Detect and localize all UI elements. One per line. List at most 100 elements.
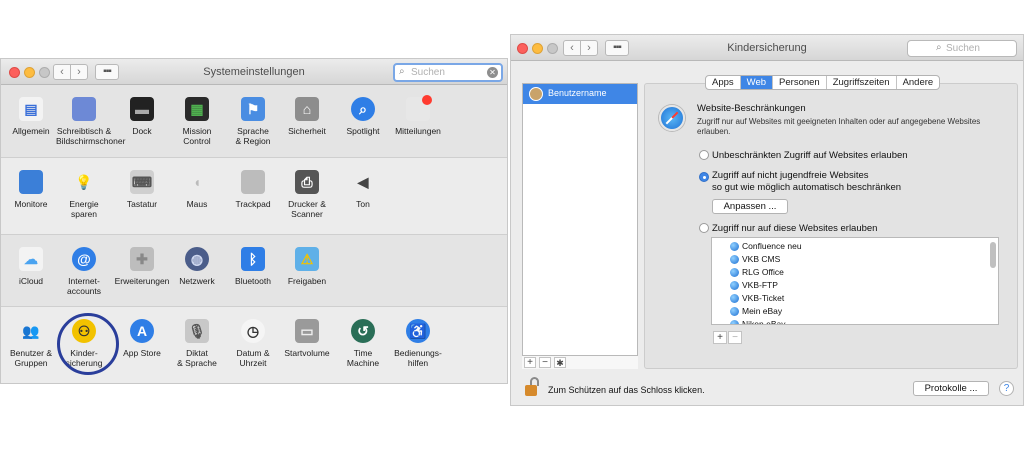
pref-label: Sicherheit	[288, 126, 326, 136]
search-field[interactable]: ⌕	[907, 40, 1017, 57]
desktop-icon	[70, 97, 98, 123]
pref-time-machine[interactable]: ↺ Time Machine	[335, 319, 391, 368]
pref-mitteilungen[interactable]: Mitteilungen	[390, 95, 446, 136]
pref-benutzer-gruppen[interactable]: 👥 Benutzer & Gruppen	[3, 319, 59, 368]
pref-monitore[interactable]: Monitore	[3, 170, 59, 209]
pref-diktat-sprache[interactable]: 🎙 Diktat & Sprache	[169, 319, 225, 368]
list-item[interactable]: VKB-Ticket	[730, 292, 784, 305]
user-list: Benutzername	[522, 83, 638, 369]
parental-controls-window: ‹ › ▪▪▪ Kindersicherung ⌕ Benutzername +…	[510, 34, 1024, 406]
lock-icon[interactable]	[525, 377, 539, 397]
trackpad-icon	[239, 170, 267, 196]
pref-tastatur[interactable]: ⌨ Tastatur	[114, 170, 170, 209]
pref-freigaben[interactable]: ⚠ Freigaben	[279, 247, 335, 286]
tab-apps[interactable]: Apps	[706, 76, 741, 89]
pref-bedienungshilfen[interactable]: ♿ Bedienungs- hilfen	[390, 319, 446, 368]
pref-spotlight[interactable]: ⌕ Spotlight	[335, 97, 391, 136]
pref-erweiterungen[interactable]: ✚ Erweiterungen	[114, 247, 170, 286]
pref-icloud[interactable]: ☁ iCloud	[3, 247, 59, 286]
search-input[interactable]	[411, 66, 481, 79]
option-limit-adult-sublabel: so gut wie möglich automatisch beschränk…	[712, 182, 902, 193]
tab-personen[interactable]: Personen	[773, 76, 827, 89]
list-item[interactable]: Confluence neu	[730, 240, 802, 253]
list-item[interactable]: VKB CMS	[730, 253, 780, 266]
clear-search-icon[interactable]: ✕	[487, 67, 498, 78]
safari-icon	[659, 105, 685, 131]
titlebar: ‹ › ▪▪▪ Systemeinstellungen ⌕ ✕	[1, 59, 507, 85]
pref-schreibtisch[interactable]: Schreibtisch & Bildschirmschoner	[56, 97, 126, 146]
pref-energie-sparen[interactable]: 💡 Energie sparen	[56, 170, 112, 219]
option-unrestricted-label: Unbeschränkten Zugriff auf Websites erla…	[712, 150, 908, 161]
list-item[interactable]: Mein eBay	[730, 305, 782, 318]
pref-label: Erweiterungen	[114, 276, 170, 286]
pref-datum-uhrzeit[interactable]: ◷ Datum & Uhrzeit	[225, 319, 281, 368]
lock-hint: Zum Schützen auf das Schloss klicken.	[548, 385, 705, 395]
search-icon: ⌕	[399, 66, 405, 77]
scrollbar[interactable]	[990, 242, 996, 268]
list-item[interactable]: VKB-FTP	[730, 279, 778, 292]
pref-label: Mitteilungen	[395, 126, 441, 136]
bulb-icon: 💡	[75, 174, 93, 190]
search-icon: ⌕	[936, 42, 942, 53]
list-item[interactable]: Nikon eBay	[730, 318, 785, 324]
pref-maus[interactable]: ◖ Maus	[169, 170, 225, 209]
pref-label: Drucker & Scanner	[288, 199, 326, 219]
radio-unrestricted[interactable]	[699, 150, 709, 160]
pref-mission-control[interactable]: ▦ Mission Control	[169, 97, 225, 146]
printer-icon: ⎙	[293, 170, 321, 196]
radio-limit-adult[interactable]	[699, 172, 709, 182]
radio-allow-only[interactable]	[699, 223, 709, 233]
pref-netzwerk[interactable]: ◍ Netzwerk	[169, 247, 225, 286]
add-website-button[interactable]: +	[713, 331, 727, 344]
website-list: Confluence neu VKB CMS RLG Office VKB-FTP VK…	[711, 237, 999, 325]
search-icon: ⌕	[349, 97, 377, 123]
speaker-icon: ◀	[357, 174, 369, 190]
flag-icon: ⚑	[239, 97, 267, 123]
customize-button[interactable]: Anpassen ...	[712, 199, 788, 214]
pref-sicherheit[interactable]: ⌂ Sicherheit	[279, 97, 335, 136]
remove-website-button[interactable]: −	[728, 331, 742, 344]
section-title: Website-Beschränkungen	[697, 103, 806, 114]
folder-icon: ⚠	[293, 247, 321, 273]
pref-dock[interactable]: ▬ Dock	[114, 97, 170, 136]
pref-label: Tastatur	[126, 199, 158, 209]
pref-label: Schreibtisch & Bildschirmschoner	[56, 126, 126, 146]
pref-ton[interactable]: ◀ Ton	[335, 170, 391, 209]
list-item[interactable]: RLG Office	[730, 266, 784, 279]
tab-zugriffszeiten[interactable]: Zugriffszeiten	[827, 76, 897, 89]
search-input[interactable]	[946, 42, 1006, 55]
logs-button[interactable]: Protokolle ...	[913, 381, 989, 396]
user-list-item[interactable]: Benutzername	[523, 84, 637, 104]
pref-allgemein[interactable]: ▤ Allgemein	[3, 97, 59, 136]
pref-label: Freigaben	[287, 276, 327, 286]
pref-startvolume[interactable]: ▭ Startvolume	[279, 319, 335, 358]
pref-bluetooth[interactable]: ᛒ Bluetooth	[225, 247, 281, 286]
pref-internet-accounts[interactable]: @ Internet- accounts	[56, 247, 112, 296]
accessibility-icon: ♿	[404, 319, 432, 345]
monitor-icon	[17, 170, 45, 196]
tab-web[interactable]: Web	[740, 76, 774, 89]
option-limit-adult-label: Zugriff auf nicht jugendfreie Websites	[712, 170, 869, 181]
tab-andere[interactable]: Andere	[897, 76, 940, 89]
add-user-button[interactable]: +	[524, 357, 536, 368]
pref-label: Allgemein	[12, 126, 50, 136]
users-icon: 👥	[22, 323, 40, 339]
pref-label: Dock	[132, 126, 152, 136]
disk-icon: ▭	[293, 319, 321, 345]
pref-label: Monitore	[14, 199, 48, 209]
pref-drucker-scanner[interactable]: ⎙ Drucker & Scanner	[279, 170, 335, 219]
remove-user-button[interactable]: −	[539, 357, 551, 368]
pref-label: Ton	[356, 199, 370, 209]
house-icon: ⌂	[293, 97, 321, 123]
pref-trackpad[interactable]: Trackpad	[225, 170, 281, 209]
gear-icon[interactable]: ✱	[554, 357, 566, 368]
search-field[interactable]: ⌕ ✕	[393, 63, 503, 82]
at-icon: @	[70, 247, 98, 273]
globe-icon	[730, 320, 739, 324]
pref-sprache-region[interactable]: ⚑ Sprache & Region	[225, 97, 281, 146]
help-button[interactable]: ?	[999, 381, 1014, 396]
pref-label: Time Machine	[346, 348, 380, 368]
pref-label: Maus	[186, 199, 208, 209]
pref-app-store[interactable]: A App Store	[114, 319, 170, 358]
file-icon: ▤	[17, 97, 45, 123]
